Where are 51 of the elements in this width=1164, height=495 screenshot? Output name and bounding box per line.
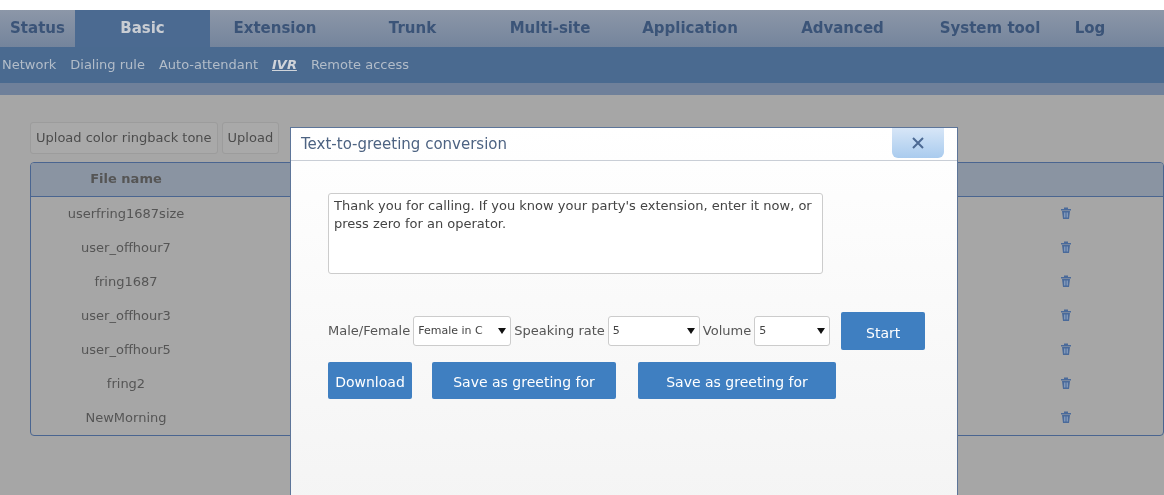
trash-icon[interactable] [1059, 240, 1073, 255]
trash-icon[interactable] [1059, 342, 1073, 357]
subnav-link[interactable]: IVR [272, 55, 297, 75]
field-label: Speaking rate [514, 322, 605, 341]
close-icon [911, 136, 925, 150]
table-cell-text: fring1687 [93, 272, 159, 291]
close-button[interactable] [892, 128, 944, 158]
table-cell-text: user_offhour3 [80, 306, 172, 325]
dropdown[interactable]: Female in C [413, 316, 512, 346]
nav-tab[interactable]: Status [0, 10, 75, 47]
nav-tab[interactable]: Multi-site [485, 10, 615, 47]
trash-icon[interactable] [1059, 274, 1073, 289]
nav-tab[interactable]: Basic [75, 10, 210, 47]
nav-tab[interactable]: System tool [920, 10, 1060, 47]
nav-tab[interactable]: Trunk [340, 10, 485, 47]
action-button[interactable]: Save as greeting for [432, 362, 616, 399]
dropdown-value: 5 [612, 322, 620, 339]
subnav-link[interactable]: Dialing rule [70, 55, 145, 75]
nav-tab[interactable]: Advanced [765, 10, 920, 47]
action-button[interactable]: Save as greeting for [638, 362, 836, 399]
caret-icon [498, 328, 507, 334]
caret-icon [817, 328, 826, 334]
trash-icon[interactable] [1059, 410, 1073, 425]
dropdown[interactable]: 5 [607, 316, 700, 346]
dropdown[interactable]: 5 [754, 316, 831, 346]
nav-tab[interactable]: Log [1060, 10, 1120, 47]
subnav-link[interactable]: Remote access [310, 55, 410, 75]
trash-icon[interactable] [1059, 206, 1073, 221]
upload-button[interactable]: Upload color ringback tone [30, 122, 218, 154]
text-field[interactable]: Thank you for calling. If you know your party's extension, enter it now, or press zero for an operator. [328, 193, 823, 274]
dialog-title: Text-to-greeting conversion [301, 133, 508, 155]
table-cell-text: userfring1687size [66, 204, 186, 223]
nav-tab[interactable]: Extension [210, 10, 340, 47]
table-cell-text: user_offhour5 [80, 340, 172, 359]
table-cell-text: fring2 [105, 374, 147, 393]
table-cell-text: user_offhour7 [80, 238, 172, 257]
field-label: Volume [702, 322, 752, 341]
dropdown-value: Female in C [418, 322, 483, 339]
column-header: File name [89, 170, 163, 189]
dropdown-value: 5 [759, 322, 767, 339]
nav-tab[interactable]: Application [615, 10, 765, 47]
trash-icon[interactable] [1059, 308, 1073, 323]
start-button[interactable]: Start [841, 312, 926, 350]
trash-icon[interactable] [1059, 376, 1073, 391]
field-label: Male/Female [328, 322, 411, 341]
subnav-link[interactable]: Auto-attendant [158, 55, 258, 75]
caret-icon [686, 328, 695, 334]
action-button[interactable]: Download [328, 362, 412, 399]
table-cell-text: NewMorning [84, 408, 168, 427]
subnav-link[interactable]: Network [2, 55, 57, 75]
upload-button[interactable]: Upload [221, 122, 280, 154]
